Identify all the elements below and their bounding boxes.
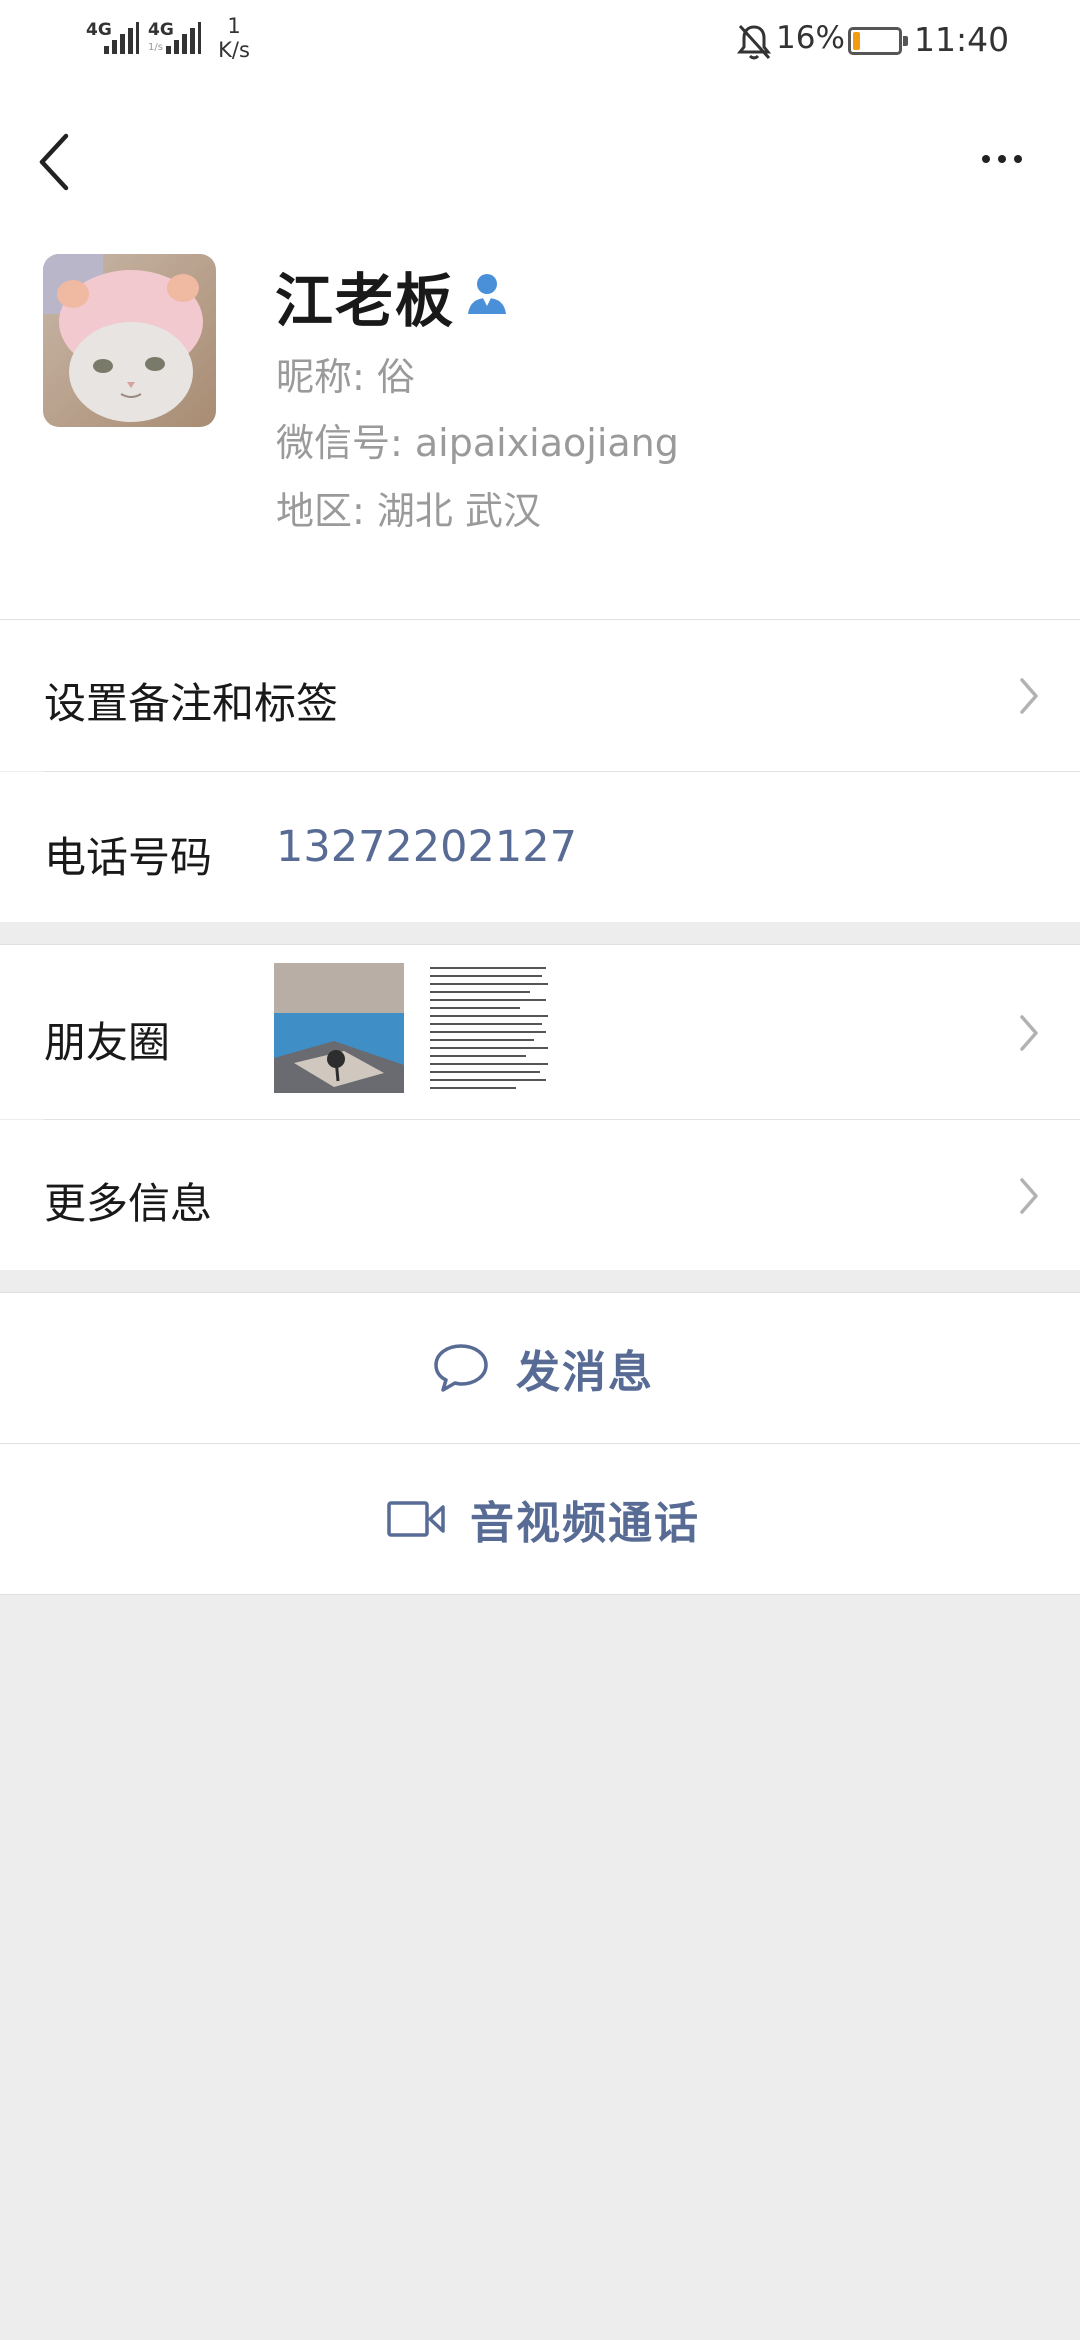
avatar[interactable] <box>43 254 216 427</box>
send-message-button[interactable]: 发消息 <box>0 1293 1080 1443</box>
send-message-label: 发消息 <box>516 1347 654 1398</box>
wechat-id: 微信号: aipaixiaojiang <box>276 421 679 465</box>
moments-thumbnail-photo <box>274 963 404 1093</box>
battery-icon <box>848 27 908 55</box>
video-call-label: 音视频通话 <box>470 1498 700 1549</box>
nickname: 昵称: 俗 <box>276 355 415 399</box>
back-icon[interactable] <box>30 116 80 196</box>
speed-value: 1 <box>227 14 241 38</box>
chat-bubble-icon <box>434 1344 488 1392</box>
region: 地区: 湖北 武汉 <box>276 489 541 533</box>
clock: 11:40 <box>914 20 1010 59</box>
video-camera-icon <box>387 1501 445 1537</box>
remark-tags-row[interactable]: 设置备注和标签 <box>0 620 1080 771</box>
moments-label: 朋友圈 <box>44 1018 171 1067</box>
profile-header: 江老板 昵称: 俗 微信号: aipaixiaojiang 地区: 湖北 武汉 <box>0 84 1080 620</box>
network-type-2-sub: 1/s <box>148 42 163 53</box>
network-speed: 1 K/s <box>214 14 254 62</box>
more-info-label: 更多信息 <box>44 1179 213 1228</box>
chevron-right-icon <box>1020 1178 1038 1214</box>
chevron-right-icon <box>1020 1015 1038 1051</box>
phone-row: 电话号码 13272202127 <box>0 772 1080 922</box>
signal-icon <box>166 20 202 54</box>
bell-off-icon <box>736 24 772 60</box>
moments-thumbnail-document <box>424 963 554 1093</box>
moments-row[interactable]: 朋友圈 <box>0 945 1080 1119</box>
status-bar: 4G 4G 1/s 1 K/s 16% 11:40 <box>0 0 1080 84</box>
contact-name: 江老板 <box>275 267 456 335</box>
phone-label: 电话号码 <box>44 833 213 882</box>
remark-tags-label: 设置备注和标签 <box>44 679 339 728</box>
signal-icon <box>104 20 140 54</box>
phone-number-link[interactable]: 13272202127 <box>276 822 577 872</box>
more-icon[interactable] <box>972 136 1032 180</box>
video-call-button[interactable]: 音视频通话 <box>0 1444 1080 1594</box>
chevron-right-icon <box>1020 678 1038 714</box>
battery-percent: 16% <box>776 20 845 56</box>
speed-unit: K/s <box>218 38 250 62</box>
avatar-cat-image <box>43 254 216 427</box>
person-badge-icon <box>468 274 506 314</box>
more-info-row[interactable]: 更多信息 <box>0 1120 1080 1270</box>
divider <box>0 1594 1080 1595</box>
